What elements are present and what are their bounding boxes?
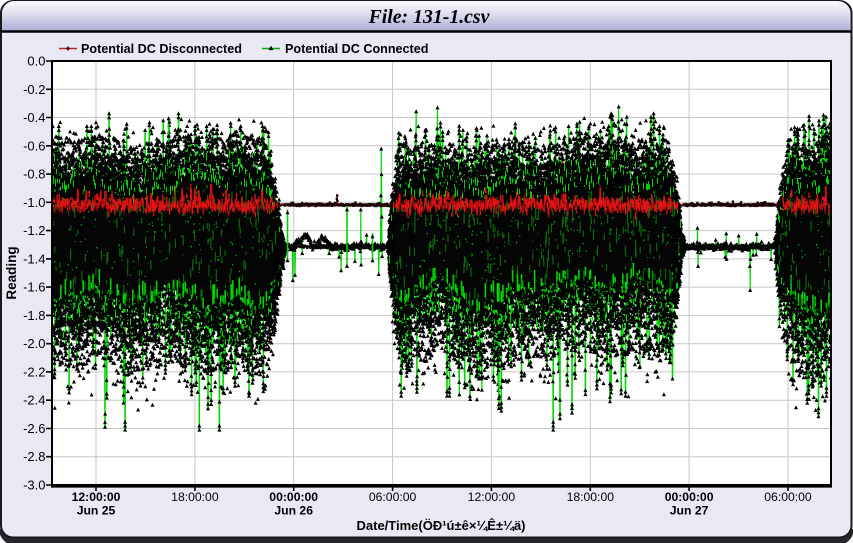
svg-text:-1.8: -1.8: [23, 308, 45, 323]
svg-text:00:00:00: 00:00:00: [269, 490, 318, 504]
svg-text:12:00:00: 12:00:00: [72, 490, 121, 504]
svg-text:-0.6: -0.6: [23, 138, 45, 153]
svg-text:-0.4: -0.4: [23, 110, 45, 125]
svg-text:-1.6: -1.6: [23, 280, 45, 295]
svg-text:Potential DC Disconnected: Potential DC Disconnected: [81, 42, 242, 56]
svg-text:06:00:00: 06:00:00: [764, 490, 812, 504]
svg-text:-2.0: -2.0: [23, 336, 45, 351]
svg-text:-2.8: -2.8: [23, 449, 45, 464]
svg-text:12:00:00: 12:00:00: [468, 490, 516, 504]
svg-text:-1.4: -1.4: [23, 251, 45, 266]
svg-text:-2.4: -2.4: [23, 393, 45, 408]
svg-text:18:00:00: 18:00:00: [567, 490, 615, 504]
svg-text:Potential DC Connected: Potential DC Connected: [285, 42, 428, 56]
svg-text:-3.0: -3.0: [23, 478, 45, 493]
svg-text:File: 131-1.csv: File: 131-1.csv: [368, 6, 490, 28]
svg-text:18:00:00: 18:00:00: [171, 490, 219, 504]
svg-text:0.0: 0.0: [27, 54, 45, 69]
svg-text:Jun 25: Jun 25: [77, 504, 116, 518]
svg-text:Date/Time(ÖÐ¹ú±ê×¼Ê±¼ä): Date/Time(ÖÐ¹ú±ê×¼Ê±¼ä): [357, 518, 526, 533]
svg-text:Jun 26: Jun 26: [274, 504, 313, 518]
svg-text:-0.2: -0.2: [23, 82, 45, 97]
svg-text:Reading: Reading: [4, 246, 19, 299]
svg-text:00:00:00: 00:00:00: [665, 490, 714, 504]
svg-text:-2.2: -2.2: [23, 364, 45, 379]
svg-text:-0.8: -0.8: [23, 167, 45, 182]
svg-text:-1.0: -1.0: [23, 195, 45, 210]
svg-text:-2.6: -2.6: [23, 421, 45, 436]
svg-text:06:00:00: 06:00:00: [369, 490, 417, 504]
svg-text:Jun 27: Jun 27: [670, 504, 709, 518]
svg-text:-1.2: -1.2: [23, 223, 45, 238]
